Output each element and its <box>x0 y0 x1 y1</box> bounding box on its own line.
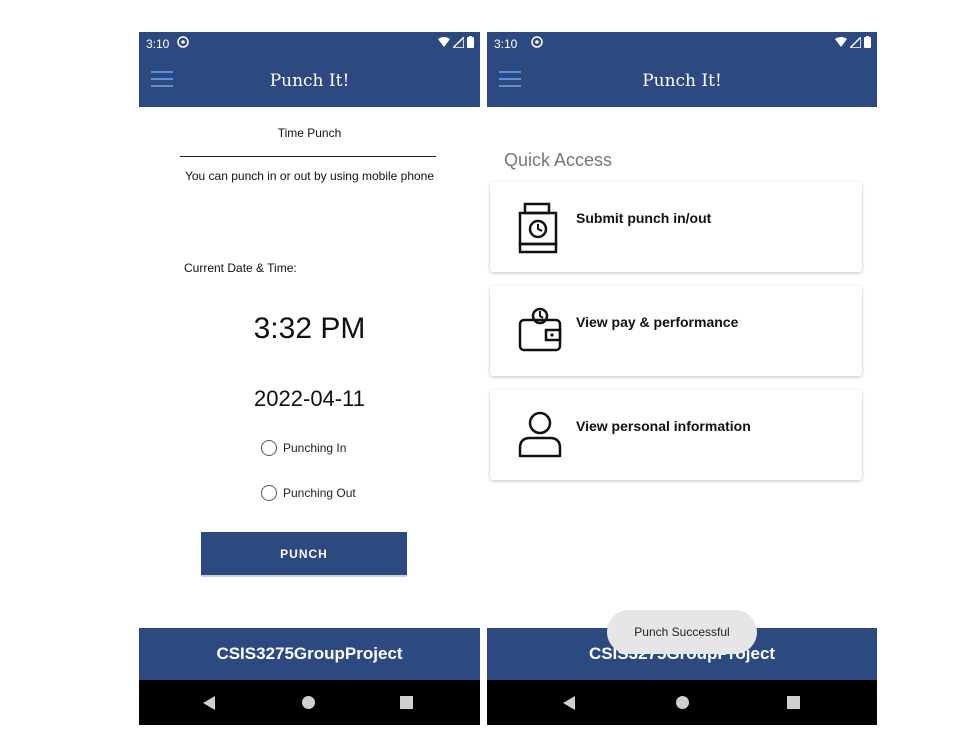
system-nav-bar <box>487 680 877 725</box>
card-label: View personal information <box>576 418 751 434</box>
signal-icon <box>850 36 861 48</box>
card-label: Submit punch in/out <box>576 210 712 226</box>
card-view-personal-info[interactable]: View personal information <box>490 390 862 480</box>
status-bar: 3:10 <box>487 32 877 55</box>
status-time: 3:10 <box>494 37 518 51</box>
home-icon[interactable] <box>302 696 315 709</box>
section-title: Time Punch <box>277 126 342 140</box>
bottom-banner: CSIS3275GroupProject <box>139 628 480 680</box>
phone-screen-quick-access: 3:10 Punch It! Quick Access Submit punch… <box>487 32 877 725</box>
radio-label: Punching Out <box>283 486 356 500</box>
system-nav-bar <box>139 680 480 725</box>
card-label: View pay & performance <box>576 314 739 330</box>
app-bar: Punch It! <box>487 55 877 107</box>
app-title: Punch It! <box>642 71 722 91</box>
back-icon[interactable] <box>563 696 575 710</box>
radio-circle[interactable] <box>261 485 277 501</box>
divider <box>180 156 436 157</box>
wifi-icon <box>438 36 450 47</box>
wifi-icon <box>835 36 847 47</box>
battery-icon <box>467 36 474 48</box>
app-bar: Punch It! <box>139 55 480 107</box>
wallet-icon <box>518 307 562 352</box>
radio-punching-out[interactable]: Punching Out <box>261 485 356 501</box>
status-icons <box>835 36 871 48</box>
section-subtitle: You can punch in or out by using mobile … <box>184 169 435 183</box>
notification-icon <box>531 36 543 48</box>
radio-punching-in[interactable]: Punching In <box>261 440 346 456</box>
battery-icon <box>864 36 871 48</box>
recent-apps-icon[interactable] <box>400 696 413 709</box>
quick-access-title: Quick Access <box>504 150 613 170</box>
card-submit-punch[interactable]: Submit punch in/out <box>490 182 862 272</box>
punch-clock-icon <box>518 202 558 254</box>
current-datetime-label: Current Date & Time: <box>184 261 297 275</box>
radio-label: Punching In <box>283 441 347 455</box>
signal-icon <box>453 36 464 48</box>
current-date: 2022-04-11 <box>254 386 365 411</box>
recent-apps-icon[interactable] <box>787 696 800 709</box>
punch-button[interactable]: PUNCH <box>201 532 407 577</box>
toast-message: Punch Successful <box>607 610 757 654</box>
home-icon[interactable] <box>676 696 689 709</box>
phone-screen-time-punch: 3:10 Punch It! Time Punch You can punch … <box>139 32 480 725</box>
radio-circle[interactable] <box>261 440 277 456</box>
status-icons <box>438 36 474 48</box>
back-icon[interactable] <box>203 696 215 710</box>
card-view-pay[interactable]: View pay & performance <box>490 286 862 376</box>
notification-icon <box>177 36 189 48</box>
status-bar: 3:10 <box>139 32 480 55</box>
app-title: Punch It! <box>269 71 350 91</box>
current-time: 3:32 PM <box>253 312 366 345</box>
person-icon <box>518 411 562 458</box>
status-time: 3:10 <box>146 37 170 51</box>
